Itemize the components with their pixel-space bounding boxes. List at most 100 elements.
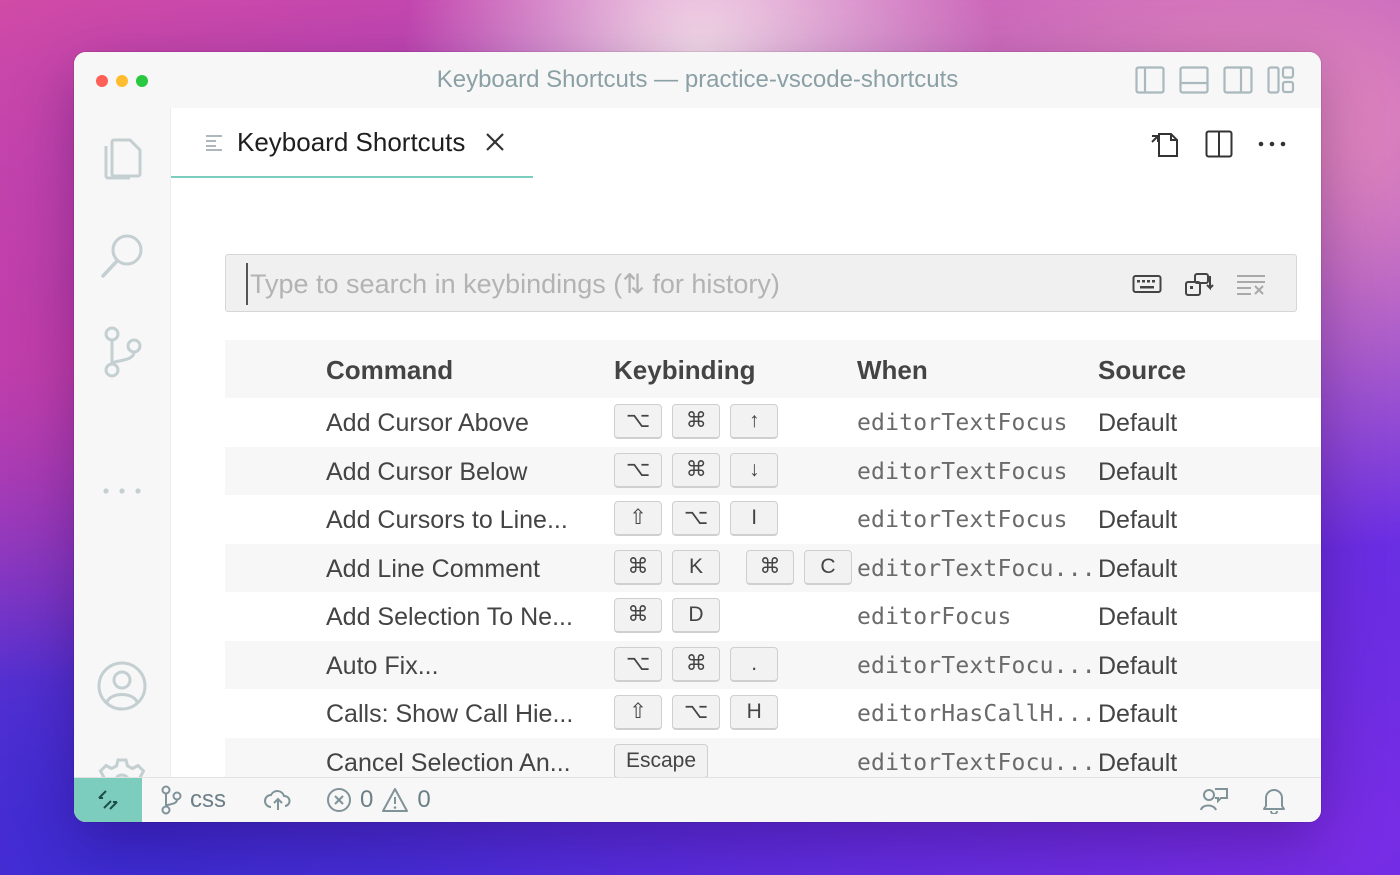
source-cell: Default [1098, 457, 1178, 486]
more-actions-icon[interactable] [1257, 140, 1287, 148]
column-header-command[interactable]: Command [326, 355, 453, 386]
record-keys-icon[interactable] [1132, 273, 1162, 295]
toggle-panel-icon[interactable] [1179, 66, 1209, 94]
open-keybindings-json-icon[interactable] [1149, 128, 1181, 160]
table-row[interactable]: Add Cursor Below ⌥ ⌘ ↓ editorTextFocus Defaul… [225, 446, 1321, 495]
toggle-primary-sidebar-icon[interactable] [1135, 66, 1165, 94]
key-cap: ⌘ [672, 646, 721, 682]
problems-indicator[interactable]: 0 0 [326, 778, 431, 822]
column-header-when[interactable]: When [857, 355, 928, 386]
source-control-icon [104, 326, 142, 378]
command-cell: Add Cursors to Line... [326, 506, 568, 534]
when-cell: editorTextFocus [857, 507, 1068, 533]
keybindings-search-input[interactable] [246, 263, 1112, 305]
key-cap: ⌘ [614, 549, 662, 585]
when-cell: editorTextFocu... [857, 749, 1096, 776]
keybinding-cell: ⌥ ⌘ ↓ [614, 452, 779, 488]
source-cell: Default [1098, 651, 1178, 680]
status-bar: css 0 0 [74, 777, 1321, 822]
table-row[interactable]: Add Selection To Ne... ⌘ DeditorFocus Defau… [225, 592, 1321, 641]
source-cell: Default [1098, 506, 1178, 534]
key-cap: ⌥ [672, 501, 721, 536]
preview-icon [206, 135, 222, 151]
key-cap: K [672, 549, 720, 585]
tab-label: Keyboard Shortcuts [237, 126, 466, 157]
table-header: Command Keybinding When Source [225, 340, 1321, 398]
keybinding-cell: ⌘ D [614, 598, 720, 633]
command-cell: Add Line Comment [326, 554, 541, 583]
command-cell: Cancel Selection An... [326, 748, 571, 777]
keybinding-cell: ⌥ ⌘ ↑ [614, 404, 779, 439]
when-cell: editorFocus [857, 604, 1012, 630]
more-views-button[interactable] [74, 486, 170, 496]
vscode-window: Keyboard Shortcuts — practice-vscode-sho… [74, 52, 1321, 822]
when-cell: editorHasCallH... [857, 701, 1096, 727]
key-cap: ⇧ [614, 695, 662, 730]
toggle-secondary-sidebar-icon[interactable] [1223, 66, 1253, 94]
search-button[interactable] [74, 230, 170, 282]
bell-icon [1263, 789, 1285, 814]
key-cap: ⌥ [672, 695, 721, 730]
customize-layout-icon[interactable] [1267, 66, 1295, 94]
keybinding-cell: ⇧ ⌥ I [614, 501, 779, 536]
branch-indicator[interactable]: css [160, 778, 226, 822]
table-row[interactable]: Add Cursors to Line... ⇧ ⌥ I editorTextFocus… [225, 495, 1321, 544]
clear-search-icon[interactable] [1236, 273, 1266, 295]
command-cell: Add Selection To Ne... [326, 603, 573, 631]
account-icon [97, 661, 147, 711]
cloud-upload-icon [264, 790, 291, 810]
warning-count: 0 [417, 786, 431, 813]
key-cap: ⌥ [614, 404, 663, 439]
publish-branch-button[interactable] [264, 778, 292, 822]
branch-icon [161, 785, 182, 815]
source-cell: Default [1098, 700, 1178, 728]
warning-icon [382, 788, 409, 812]
window-title: Keyboard Shortcuts — practice-vscode-sho… [436, 66, 959, 93]
keybinding-cell: ⌘ K ⌘ C [614, 549, 852, 585]
key-cap: ⌥ [614, 452, 663, 488]
remote-icon [98, 790, 118, 810]
key-cap: D [672, 598, 720, 633]
ellipsis-icon [103, 488, 141, 494]
when-cell: editorTextFocus [857, 458, 1068, 485]
key-cap: . [730, 646, 779, 682]
key-cap: ⌘ [614, 598, 662, 633]
tab-bar: Keyboard Shortcuts [171, 108, 1321, 178]
table-row[interactable]: Add Line Comment ⌘ K ⌘ CeditorTextFocu... Def… [225, 543, 1321, 592]
command-cell: Calls: Show Call Hie... [326, 700, 574, 728]
keybinding-cell: Escape [614, 743, 709, 779]
when-cell: editorTextFocus [857, 410, 1068, 436]
command-cell: Add Cursor Above [326, 409, 529, 437]
column-header-source[interactable]: Source [1098, 355, 1186, 386]
when-cell: editorTextFocu... [857, 652, 1096, 679]
branch-name: css [190, 786, 226, 813]
close-icon[interactable] [485, 132, 505, 152]
notifications-button[interactable] [1262, 778, 1286, 822]
table-row[interactable]: Calls: Show Call Hie... ⇧ ⌥ HeditorHasCallH… [225, 689, 1321, 738]
activity-bar [74, 108, 171, 808]
command-cell: Auto Fix... [326, 651, 439, 680]
title-bar: Keyboard Shortcuts — practice-vscode-sho… [74, 52, 1321, 109]
table-row[interactable]: Auto Fix... ⌥ ⌘. editorTextFocu... Default [225, 640, 1321, 689]
table-row[interactable]: Add Cursor Above ⌥ ⌘ ↑ editorTextFocus Defaul… [225, 398, 1321, 447]
explorer-button[interactable] [74, 132, 170, 182]
source-control-button[interactable] [74, 324, 170, 380]
feedback-button[interactable] [1200, 778, 1228, 822]
column-header-keybinding[interactable]: Keybinding [614, 355, 756, 386]
accounts-button[interactable] [74, 660, 170, 712]
error-count: 0 [360, 786, 374, 813]
keybindings-table: Command Keybinding When Source Add Curso… [225, 340, 1321, 822]
split-editor-icon[interactable] [1205, 130, 1233, 158]
feedback-icon [1200, 788, 1228, 811]
error-icon [327, 788, 351, 812]
tab-keyboard-shortcuts[interactable]: Keyboard Shortcuts [171, 108, 533, 178]
remote-indicator[interactable] [74, 778, 142, 822]
files-icon [104, 138, 142, 180]
source-cell: Default [1098, 554, 1178, 583]
chord-separator [730, 550, 736, 585]
source-cell: Default [1098, 748, 1178, 777]
key-cap: H [730, 695, 779, 730]
keybindings-search-box [225, 254, 1297, 312]
keybinding-cell: ⇧ ⌥ H [614, 695, 779, 730]
sort-by-precedence-icon[interactable] [1184, 270, 1214, 298]
